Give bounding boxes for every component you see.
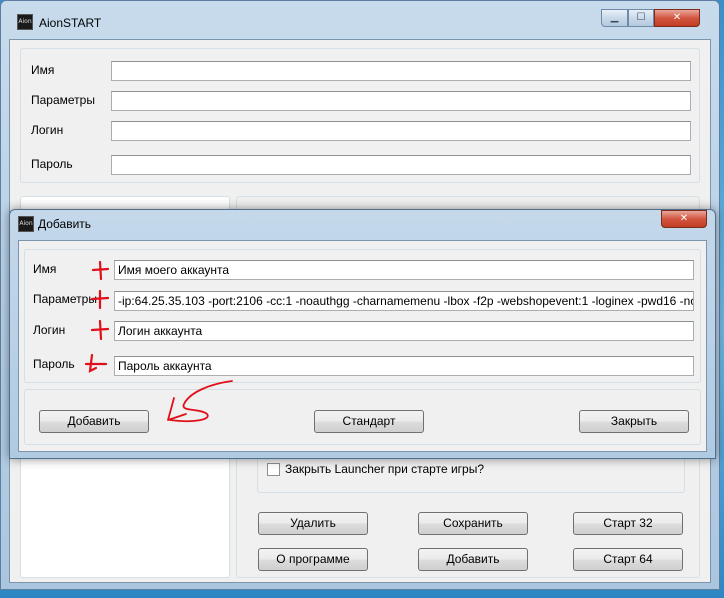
arrow-annotation: [167, 380, 233, 423]
plus-mark-password: [84, 353, 108, 373]
plus-mark-params: [90, 289, 110, 310]
annotation-layer: [84, 260, 233, 423]
arrow-curve: [169, 380, 233, 423]
arrow-head: [167, 397, 187, 421]
plus-mark-name: [91, 260, 110, 281]
plus-mark-login: [90, 319, 110, 341]
plus-marks: [84, 260, 110, 373]
